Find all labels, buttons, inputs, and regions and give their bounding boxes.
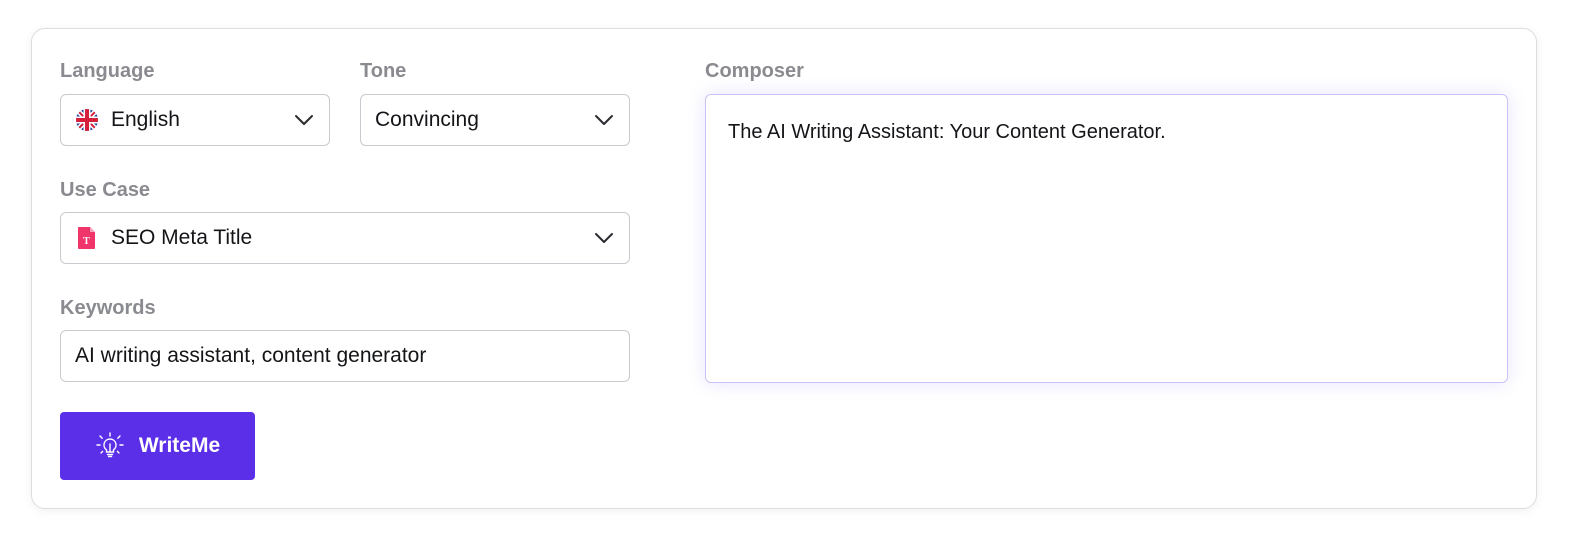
keywords-label: Keywords — [60, 297, 156, 319]
use-case-value: SEO Meta Title — [111, 226, 253, 249]
tone-label: Tone — [360, 60, 407, 82]
composer-textarea[interactable]: The AI Writing Assistant: Your Content G… — [705, 94, 1508, 383]
language-select[interactable]: English — [60, 94, 330, 146]
tone-value: Convincing — [375, 108, 479, 131]
svg-text:T: T — [83, 236, 90, 247]
composer-text: The AI Writing Assistant: Your Content G… — [728, 121, 1166, 143]
use-case-select[interactable]: T SEO Meta Title — [60, 212, 630, 264]
text-document-icon: T — [75, 226, 99, 250]
tone-select[interactable]: Convincing — [360, 94, 630, 146]
writeme-label: WriteMe — [138, 434, 221, 457]
uk-flag-icon — [75, 108, 99, 132]
keywords-input[interactable]: AI writing assistant, content generator — [60, 330, 630, 382]
lightbulb-icon — [95, 431, 125, 461]
composer-label: Composer — [705, 60, 804, 82]
writer-card: Language English Tone Convincing Use Cas… — [31, 28, 1537, 509]
chevron-down-icon — [593, 231, 615, 245]
language-value: English — [111, 108, 180, 131]
writeme-button[interactable]: WriteMe — [60, 412, 255, 480]
language-label: Language — [60, 60, 155, 82]
keywords-value: AI writing assistant, content generator — [75, 344, 427, 367]
chevron-down-icon — [293, 113, 315, 127]
chevron-down-icon — [593, 113, 615, 127]
use-case-label: Use Case — [60, 179, 151, 201]
